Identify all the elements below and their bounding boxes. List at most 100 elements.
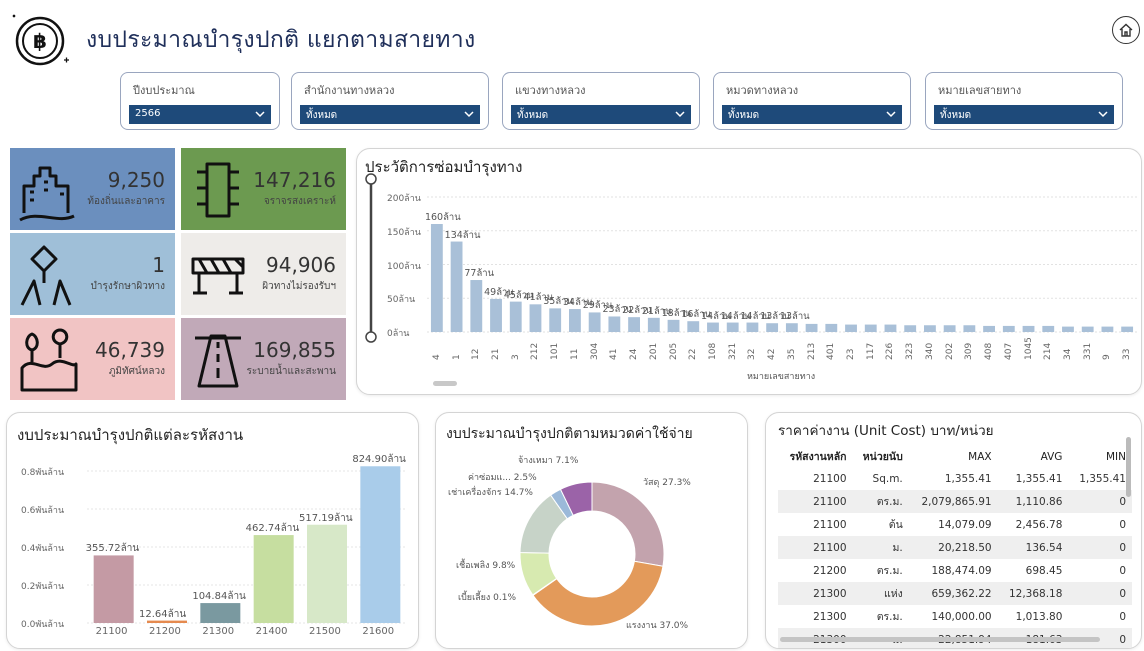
city-icon (19, 166, 75, 222)
x-tick-label: 1 (451, 354, 462, 360)
filter-4: หมายเลขสายทาง ทั้งหมด (925, 72, 1123, 130)
data-label: 462.74ล้าน (245, 523, 300, 535)
unitcost-table: รหัสงานหลัก หน่วยนับ MAX AVG MIN 21100 Sq.m. 1… (778, 445, 1132, 648)
bar[interactable] (943, 325, 956, 332)
kpi-label: จราจรสงเคราะห์ (263, 196, 336, 207)
bar[interactable] (766, 323, 779, 332)
bar[interactable] (707, 322, 719, 332)
x-tick-label: 213 (806, 342, 817, 360)
table-row[interactable]: 21300 แห่ง 659,362.22 12,368.18 0 (778, 582, 1132, 605)
y-tick-label: 150ล้าน (387, 227, 421, 238)
column-header[interactable]: หน่วยนับ (853, 445, 909, 468)
history-scrollbar[interactable] (433, 381, 457, 386)
column-header[interactable]: AVG (998, 445, 1069, 468)
table-cell: ต้น (888, 519, 903, 531)
table-vertical-scrollbar[interactable] (1126, 437, 1131, 497)
table-cell: ม. (852, 536, 909, 559)
donut-slice-label: เชื้อเพลิง 9.8% (456, 561, 516, 571)
y-tick-label: 0ล้าน (387, 329, 410, 339)
road-barrier-icon (191, 257, 245, 295)
table-row[interactable]: 21200 ตร.ม. 188,474.09 698.45 0 (778, 559, 1132, 582)
bar[interactable] (1101, 326, 1114, 332)
chevron-down-icon (464, 111, 474, 118)
filter-value: ทั้งหมด (728, 110, 760, 121)
home-button[interactable] (1112, 16, 1140, 44)
bar[interactable] (470, 280, 483, 332)
table-cell: 0 (1068, 536, 1132, 559)
bar[interactable] (864, 324, 877, 332)
bar[interactable] (805, 323, 818, 332)
table-row[interactable]: 21100 ม. 20,218.50 136.54 0 (778, 536, 1132, 559)
kpi-value: 9,250 (107, 168, 165, 192)
bar[interactable] (529, 304, 542, 332)
bar[interactable] (307, 524, 347, 623)
table-row[interactable]: 21100 ตร.ม. 2,079,865.91 1,110.86 0 (778, 490, 1132, 513)
x-tick-label: 22 (688, 348, 699, 360)
bar[interactable] (200, 603, 241, 623)
bar[interactable] (628, 317, 640, 332)
x-tick-label: 21 (491, 348, 502, 360)
bar[interactable] (825, 323, 838, 332)
bar[interactable] (904, 325, 917, 332)
bar[interactable] (450, 241, 463, 332)
bar[interactable] (569, 309, 581, 332)
bar[interactable] (490, 298, 502, 332)
bar[interactable] (884, 324, 897, 332)
x-tick-label: 340 (924, 342, 935, 360)
table-cell: 140,000.00 (931, 610, 992, 623)
x-tick-label: 12 (471, 348, 482, 360)
table-cell: ตร.ม. (876, 565, 903, 577)
table-cell: 21100 (778, 490, 853, 513)
table-row[interactable]: 21100 Sq.m. 1,355.41 1,355.41 1,355.41 (778, 468, 1132, 490)
data-label: 77ล้าน (464, 268, 495, 280)
bar[interactable] (1062, 326, 1074, 332)
bar[interactable] (983, 325, 995, 332)
data-label: 13ล้าน (779, 311, 810, 323)
bar[interactable] (963, 325, 976, 332)
highway-icon (195, 334, 241, 388)
bar[interactable] (588, 312, 601, 332)
bar[interactable] (1081, 326, 1094, 332)
table-row[interactable]: 21100 ต้น 14,079.09 2,456.78 0 (778, 513, 1132, 536)
table-horizontal-scrollbar[interactable] (780, 637, 1100, 642)
bar[interactable] (360, 466, 401, 623)
bar[interactable] (1121, 326, 1134, 332)
bar[interactable] (1022, 325, 1035, 332)
x-tick-label: 11 (569, 348, 580, 360)
bar[interactable] (1042, 325, 1055, 332)
donut-slice[interactable] (591, 481, 665, 567)
data-label: 355.72ล้าน (85, 543, 140, 555)
unitcost-panel: ราคาค่างาน (Unit Cost) บาท/หน่วย รหัสงาน… (765, 412, 1142, 649)
kpi-value: 169,855 (253, 338, 336, 362)
y-tick-label: 200ล้าน (387, 194, 421, 204)
filter-dropdown[interactable]: ทั้งหมด (300, 105, 480, 124)
bar[interactable] (1002, 325, 1015, 332)
bar[interactable] (253, 535, 294, 623)
bar[interactable] (430, 224, 443, 332)
filter-dropdown[interactable]: ทั้งหมด (511, 105, 691, 124)
x-tick-label: 41 (609, 348, 620, 360)
kpi-tile-3: 94,906 ผิวทางไม่รองรับฯ (181, 233, 346, 315)
column-header[interactable]: MAX (909, 445, 998, 468)
bar[interactable] (746, 322, 759, 332)
x-tick-label: 304 (589, 342, 600, 360)
bar[interactable] (608, 316, 621, 332)
table-row[interactable]: 21300 ตร.ม. 140,000.00 1,013.80 0 (778, 605, 1132, 628)
bar[interactable] (667, 319, 680, 332)
bar[interactable] (726, 322, 739, 332)
bar[interactable] (509, 301, 522, 332)
filter-dropdown[interactable]: 2566 (129, 105, 271, 124)
bar[interactable] (924, 325, 936, 332)
bar[interactable] (93, 555, 134, 623)
road-sign-icon (20, 245, 72, 306)
bar[interactable] (687, 321, 700, 332)
bar[interactable] (647, 317, 660, 332)
column-header[interactable]: รหัสงานหลัก (778, 445, 853, 468)
donut-chart (519, 481, 665, 627)
bar[interactable] (845, 324, 857, 332)
filter-dropdown[interactable]: ทั้งหมด (722, 105, 902, 124)
column-header[interactable]: MIN (1068, 445, 1132, 468)
bar[interactable] (785, 323, 798, 332)
bar[interactable] (549, 308, 562, 332)
filter-dropdown[interactable]: ทั้งหมด (934, 105, 1114, 124)
